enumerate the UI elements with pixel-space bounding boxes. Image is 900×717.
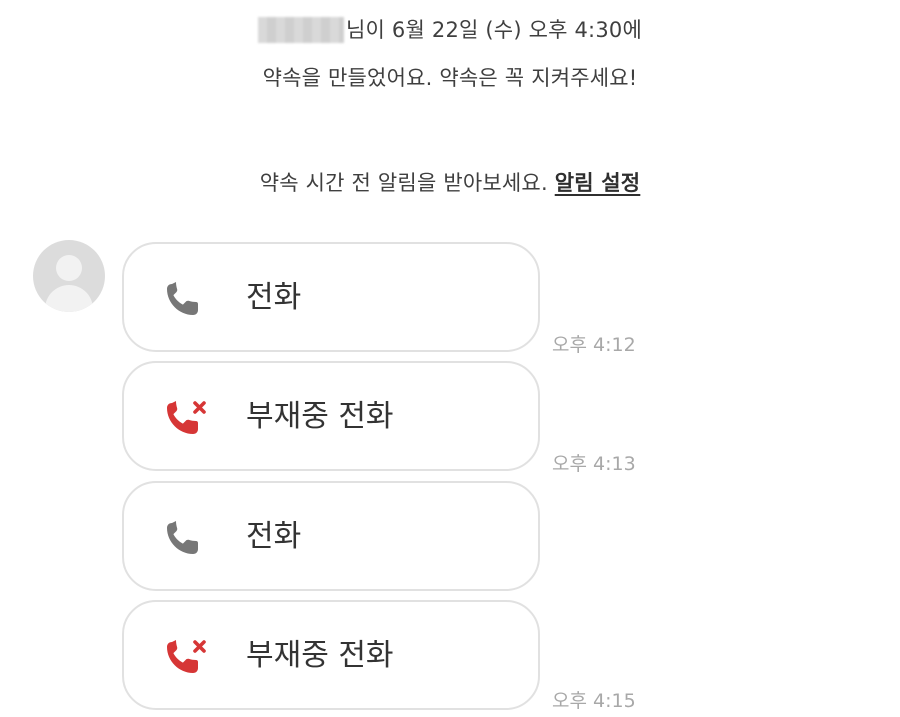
call-timestamp: 오후 4:12 xyxy=(552,334,636,356)
call-label: 전화 xyxy=(246,519,302,554)
call-message[interactable]: 전화 xyxy=(122,242,540,352)
avatar[interactable] xyxy=(33,240,105,312)
missed-call-label: 부재중 전화 xyxy=(246,638,394,673)
missed-call-icon xyxy=(167,401,206,434)
missed-call-timestamp: 오후 4:15 xyxy=(552,690,636,712)
reminder-settings-link[interactable]: 알림 설정 xyxy=(555,171,641,195)
default-profile-icon-body xyxy=(45,285,93,312)
call-label: 전화 xyxy=(246,280,302,315)
missed-call-message[interactable]: 부재중 전화 xyxy=(122,361,540,471)
redacted-username xyxy=(258,17,345,43)
appointment-notice-line-1: 님이 6월 22일 (수) 오후 4:30에 xyxy=(0,14,900,44)
reminder-text: 약속 시간 전 알림을 받아보세요. xyxy=(259,171,548,195)
call-message[interactable]: 전화 xyxy=(122,481,540,591)
missed-call-message[interactable]: 부재중 전화 xyxy=(122,600,540,710)
default-profile-icon-head xyxy=(56,255,82,281)
phone-icon xyxy=(167,521,198,554)
reminder-notice: 약속 시간 전 알림을 받아보세요. 알림 설정 xyxy=(0,167,900,197)
missed-call-timestamp: 오후 4:13 xyxy=(552,453,636,475)
missed-call-icon xyxy=(167,640,206,673)
appointment-notice-line-2: 약속을 만들었어요. 약속은 꼭 지켜주세요! xyxy=(262,66,638,90)
phone-icon xyxy=(167,282,198,315)
appointment-notice-text: 님이 6월 22일 (수) 오후 4:30에 xyxy=(346,18,642,42)
missed-call-label: 부재중 전화 xyxy=(246,399,394,434)
